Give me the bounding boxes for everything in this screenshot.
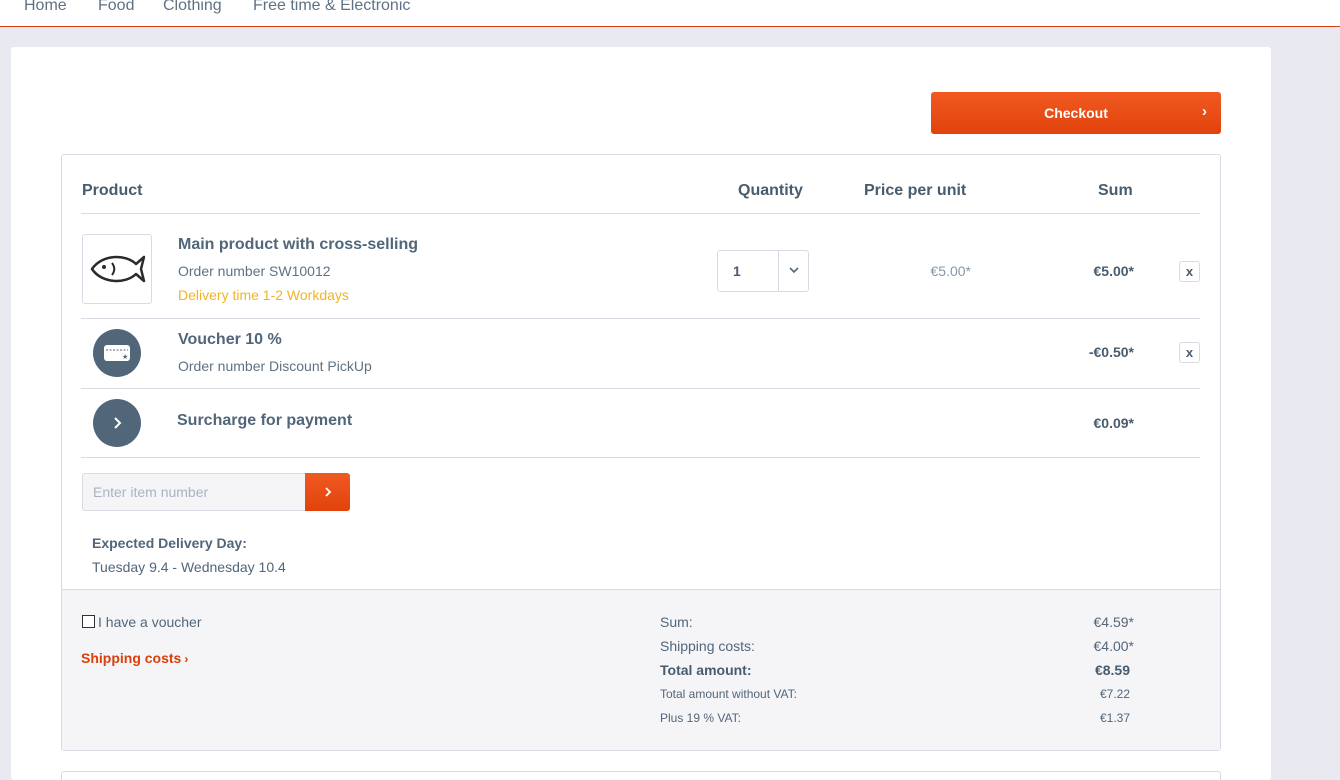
chevron-right-icon: › (184, 652, 189, 666)
summary-sum-label: Sum: (660, 614, 693, 630)
shipping-costs-link-label: Shipping costs (81, 650, 182, 666)
product-name[interactable]: Main product with cross-selling (178, 236, 418, 254)
shipping-costs-link[interactable]: Shipping costs › (81, 650, 188, 666)
product-image[interactable] (82, 234, 152, 304)
surcharge-name: Surcharge for payment (177, 412, 353, 429)
quantity-separator (778, 251, 779, 291)
divider (81, 318, 1200, 319)
summary-shipping-value: €4.00* (1093, 638, 1134, 654)
header-price-per-unit: Price per unit (864, 182, 967, 199)
summary-net-label: Total amount without VAT: (660, 687, 797, 701)
expected-delivery-title: Expected Delivery Day: (92, 535, 247, 551)
voucher-card-icon: ★ (104, 345, 130, 361)
surcharge-badge (93, 399, 141, 447)
voucher-order-number: Order number Discount PickUp (178, 358, 372, 374)
summary-vat-label: Plus 19 % VAT: (660, 711, 741, 725)
svg-text:★: ★ (122, 353, 128, 361)
checkout-label: Checkout (1044, 105, 1108, 121)
item-number-input[interactable] (82, 473, 306, 511)
next-section-card (61, 771, 1221, 780)
checkout-button[interactable]: Checkout › (931, 92, 1221, 134)
chevron-right-icon (324, 487, 331, 497)
product-order-number: Order number SW10012 (178, 263, 331, 279)
summary-net-value: €7.22 (1099, 687, 1130, 701)
quantity-value: 1 (733, 263, 741, 279)
divider (81, 213, 1200, 214)
chevron-right-icon: › (1202, 103, 1207, 120)
expected-delivery-value: Tuesday 9.4 - Wednesday 10.4 (92, 559, 286, 575)
top-navigation: Home Food Clothing Free time & Electroni… (0, 0, 1340, 27)
remove-voucher-button[interactable]: x (1179, 342, 1200, 363)
summary-total-label: Total amount: (660, 662, 752, 678)
summary-total-value: €8.59 (1094, 662, 1130, 678)
header-quantity: Quantity (738, 182, 803, 199)
quantity-select[interactable]: 1 (717, 250, 809, 292)
fish-icon (90, 255, 146, 283)
nav-food[interactable]: Food (98, 0, 134, 15)
voucher-sum: -€0.50* (1088, 344, 1134, 360)
surcharge-sum: €0.09* (1093, 415, 1134, 431)
voucher-checkbox[interactable] (82, 615, 95, 628)
voucher-checkbox-label[interactable]: I have a voucher (98, 614, 202, 630)
product-unit-price: €5.00* (930, 263, 971, 279)
voucher-badge: ★ (93, 329, 141, 377)
nav-free-time-electronic[interactable]: Free time & Electronic (253, 0, 410, 15)
divider (81, 388, 1200, 389)
chevron-right-icon (114, 417, 122, 429)
summary-shipping-label: Shipping costs: (660, 638, 755, 654)
chevron-down-icon (789, 267, 799, 274)
nav-home[interactable]: Home (24, 0, 67, 15)
header-product: Product (82, 182, 143, 199)
product-delivery-time: Delivery time 1-2 Workdays (178, 287, 349, 303)
divider (81, 457, 1200, 458)
add-item-button[interactable] (305, 473, 350, 511)
voucher-name: Voucher 10 % (178, 331, 282, 348)
summary-vat-value: €1.37 (1099, 711, 1130, 725)
header-sum: Sum (1098, 182, 1133, 199)
summary-sum-value: €4.59* (1093, 614, 1134, 630)
product-sum: €5.00* (1093, 263, 1134, 279)
remove-item-button[interactable]: x (1179, 261, 1200, 282)
nav-clothing[interactable]: Clothing (163, 0, 222, 15)
